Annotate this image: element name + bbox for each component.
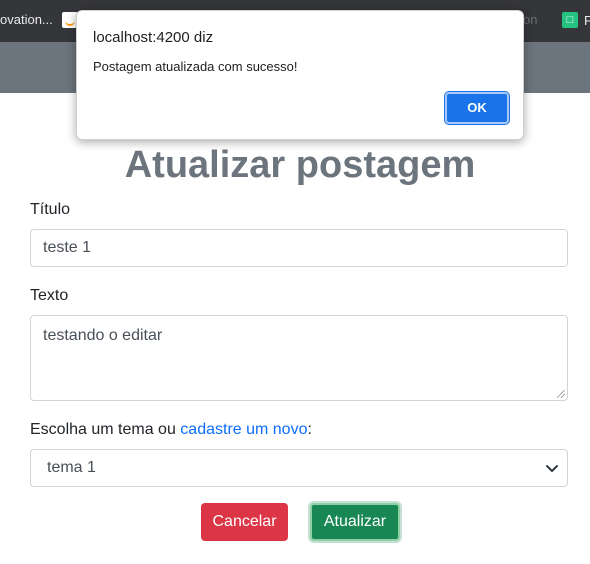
bookmark-label: ovation... xyxy=(0,12,53,27)
bookmark-label-partial: on xyxy=(523,12,538,27)
cancel-button[interactable]: Cancelar xyxy=(201,503,288,541)
theme-label: Escolha um tema ou cadastre um novo: xyxy=(30,421,312,439)
bookmark-green-icon: □ xyxy=(562,12,578,28)
resize-grip-icon[interactable] xyxy=(557,390,565,398)
update-button[interactable]: Atualizar xyxy=(310,503,400,541)
title-input[interactable]: teste 1 xyxy=(30,229,568,267)
theme-select[interactable]: tema 1 xyxy=(30,449,568,487)
dialog-message: Postagem atualizada com sucesso! xyxy=(93,59,298,74)
text-textarea-value: testando o editar xyxy=(43,327,163,344)
theme-label-suffix: : xyxy=(307,421,312,438)
alert-dialog: localhost:4200 diz Postagem atualizada c… xyxy=(76,10,524,140)
text-label: Texto xyxy=(30,287,69,304)
bookmark-item[interactable]: ovation... xyxy=(0,12,53,27)
theme-label-prefix: Escolha um tema ou xyxy=(30,421,181,438)
dialog-title: localhost:4200 diz xyxy=(93,29,214,46)
ok-button[interactable]: OK xyxy=(444,91,510,125)
title-label: Título xyxy=(30,201,71,218)
title-input-value: teste 1 xyxy=(43,239,92,256)
chevron-down-icon xyxy=(546,465,558,472)
text-textarea[interactable]: testando o editar xyxy=(30,315,568,401)
register-theme-link[interactable]: cadastre um novo xyxy=(180,421,307,438)
theme-select-value: tema 1 xyxy=(47,459,96,476)
bookmark-label: F xyxy=(584,12,590,28)
bookmark-item-f[interactable]: □ F xyxy=(562,12,590,28)
page-title: Atualizar postagem xyxy=(124,144,476,186)
